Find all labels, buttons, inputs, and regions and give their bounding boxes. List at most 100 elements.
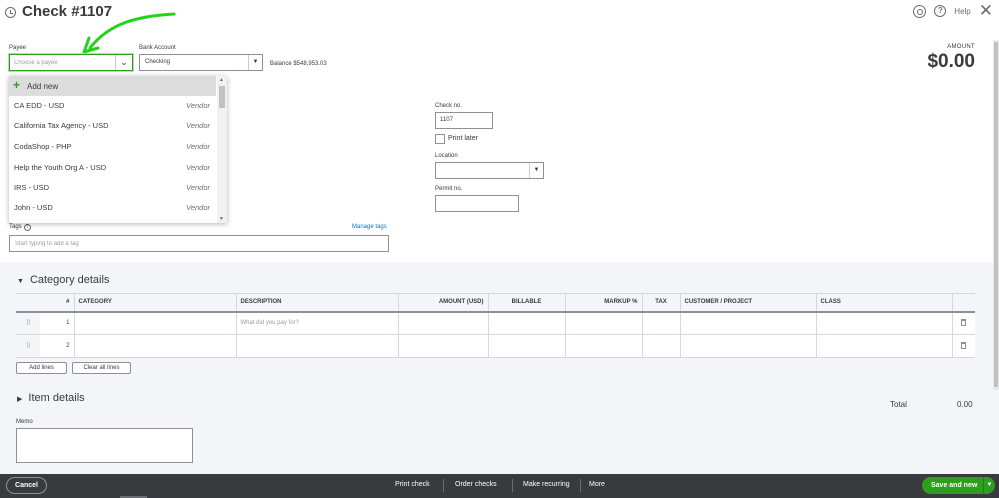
table-row[interactable]: ⠿ 1 What did you pay for? xyxy=(16,311,975,335)
tags-label: Tags xyxy=(9,224,22,230)
settings-gear-icon[interactable] xyxy=(913,4,927,18)
markup-cell[interactable] xyxy=(565,311,643,335)
payee-option-name: IRS - USD xyxy=(14,183,50,192)
permit-no-input[interactable] xyxy=(435,195,519,212)
delete-row-cell[interactable] xyxy=(952,334,975,358)
description-cell[interactable]: What did you pay for? xyxy=(236,311,399,335)
manage-tags-link[interactable]: Manage tags xyxy=(352,224,387,230)
tags-input[interactable] xyxy=(10,236,380,251)
tax-cell[interactable] xyxy=(642,311,681,335)
payee-option[interactable]: CodaShop - PHP Vendor xyxy=(9,137,216,157)
page-scrollbar-thumb[interactable] xyxy=(994,42,998,387)
print-later-label: Print later xyxy=(448,135,478,142)
row-number: 1 xyxy=(40,311,75,335)
tags-help-icon[interactable]: ? xyxy=(23,224,31,231)
payee-option[interactable]: California Tax Agency - USD Vendor xyxy=(9,116,216,136)
drag-handle-icon[interactable]: ⠿ xyxy=(16,334,40,358)
column-header: CATEGORY xyxy=(74,293,237,313)
print-check-link[interactable]: Print check xyxy=(395,481,430,488)
billable-cell[interactable] xyxy=(488,334,566,358)
add-new-payee-option[interactable]: + Add new xyxy=(9,76,216,96)
bank-account-select[interactable]: Checking ▼ xyxy=(139,54,263,71)
memo-label: Memo xyxy=(16,419,33,425)
payee-option-type: Vendor xyxy=(186,121,210,130)
location-label: Location xyxy=(435,153,458,159)
column-header: AMOUNT (USD) xyxy=(398,293,489,313)
payee-option[interactable]: CA EDD - USD Vendor xyxy=(9,96,216,116)
scroll-up-icon[interactable]: ▲ xyxy=(219,77,224,83)
dropdown-scrollbar[interactable]: ▲ ▼ xyxy=(217,76,227,223)
payee-dropdown-list: + Add new CA EDD - USD Vendor California… xyxy=(9,76,227,223)
payee-option[interactable]: IRS - USD Vendor xyxy=(9,178,216,198)
drag-handle-icon[interactable]: ⠿ xyxy=(16,311,40,335)
page-scrollbar[interactable] xyxy=(993,40,999,390)
add-new-label: Add new xyxy=(27,82,59,91)
payee-combobox[interactable]: ⌄ xyxy=(9,54,133,71)
close-icon[interactable]: ✕ xyxy=(979,2,993,19)
column-header: DESCRIPTION xyxy=(236,293,399,313)
table-row[interactable]: ⠿ 2 xyxy=(16,334,975,358)
help-link[interactable]: Help xyxy=(954,7,970,16)
payee-option-type: Vendor xyxy=(186,203,210,212)
save-options-caret-icon[interactable]: ▼ xyxy=(983,477,995,494)
scrollbar-thumb[interactable] xyxy=(219,86,225,108)
trash-icon[interactable] xyxy=(961,318,967,326)
header-actions: ? Help ✕ xyxy=(913,2,993,19)
total-label: Total xyxy=(890,400,907,409)
category-cell[interactable] xyxy=(74,334,237,358)
total-value: 0.00 xyxy=(957,400,973,409)
caret-down-icon[interactable]: ▼ xyxy=(529,163,543,178)
payee-label: Payee xyxy=(9,45,27,51)
markup-cell[interactable] xyxy=(565,334,643,358)
caret-down-icon[interactable]: ▼ xyxy=(248,55,262,70)
delete-row-cell[interactable] xyxy=(952,311,975,335)
amount-value: $0.00 xyxy=(927,51,975,72)
payee-option-name: California Tax Agency - USD xyxy=(14,121,109,130)
customer-project-cell[interactable] xyxy=(680,334,817,358)
location-select[interactable]: ▼ xyxy=(435,162,544,179)
make-recurring-link[interactable]: Make recurring xyxy=(523,481,570,488)
bank-account-label: Bank Account xyxy=(139,45,176,51)
collapse-triangle-icon: ▼ xyxy=(17,278,24,285)
billable-cell[interactable] xyxy=(488,311,566,335)
class-cell[interactable] xyxy=(816,334,953,358)
footer-divider xyxy=(443,479,444,492)
column-header: # xyxy=(40,293,75,313)
table-header-row: # CATEGORY DESCRIPTION AMOUNT (USD) BILL… xyxy=(16,293,975,313)
scroll-down-icon[interactable]: ▼ xyxy=(219,216,224,222)
save-and-new-label: Save and new xyxy=(931,482,978,489)
tax-cell[interactable] xyxy=(642,334,681,358)
chevron-down-icon[interactable]: ⌄ xyxy=(115,55,132,70)
clear-all-lines-button[interactable]: Clear all lines xyxy=(72,362,131,374)
payee-option[interactable]: Help the Youth Org A - USD Vendor xyxy=(9,158,216,178)
order-checks-link[interactable]: Order checks xyxy=(455,481,497,488)
expand-triangle-icon: ▶ xyxy=(17,396,23,403)
memo-textarea[interactable] xyxy=(16,428,193,463)
payee-option-type: Vendor xyxy=(186,142,210,151)
print-later-checkbox[interactable] xyxy=(435,134,445,144)
amount-cell[interactable] xyxy=(398,311,489,335)
description-cell[interactable] xyxy=(236,334,399,358)
add-lines-button[interactable]: Add lines xyxy=(16,362,67,374)
payee-option[interactable]: John - USD Vendor xyxy=(9,198,216,218)
payee-input[interactable] xyxy=(10,55,110,70)
payee-option-name: CA EDD - USD xyxy=(14,101,65,110)
more-link[interactable]: More xyxy=(589,481,605,488)
help-icon[interactable]: ? xyxy=(934,5,947,17)
amount-label: AMOUNT xyxy=(947,44,975,50)
class-cell[interactable] xyxy=(816,311,953,335)
category-details-header[interactable]: ▼ Category details xyxy=(17,274,109,286)
amount-cell[interactable] xyxy=(398,334,489,358)
customer-project-cell[interactable] xyxy=(680,311,817,335)
recent-transactions-icon[interactable] xyxy=(5,7,16,18)
category-cell[interactable] xyxy=(74,311,237,335)
tags-field[interactable] xyxy=(9,235,389,252)
save-and-new-button[interactable]: Save and new ▼ xyxy=(922,477,995,494)
payee-option-name: CodaShop - PHP xyxy=(14,142,72,151)
item-details-header[interactable]: ▶ Item details xyxy=(17,392,85,404)
column-header: MARKUP % xyxy=(565,293,643,313)
trash-icon[interactable] xyxy=(961,341,967,349)
cancel-button[interactable]: Cancel xyxy=(6,477,47,494)
payee-option-type: Vendor xyxy=(186,183,210,192)
check-no-input[interactable]: 1107 xyxy=(435,112,493,129)
